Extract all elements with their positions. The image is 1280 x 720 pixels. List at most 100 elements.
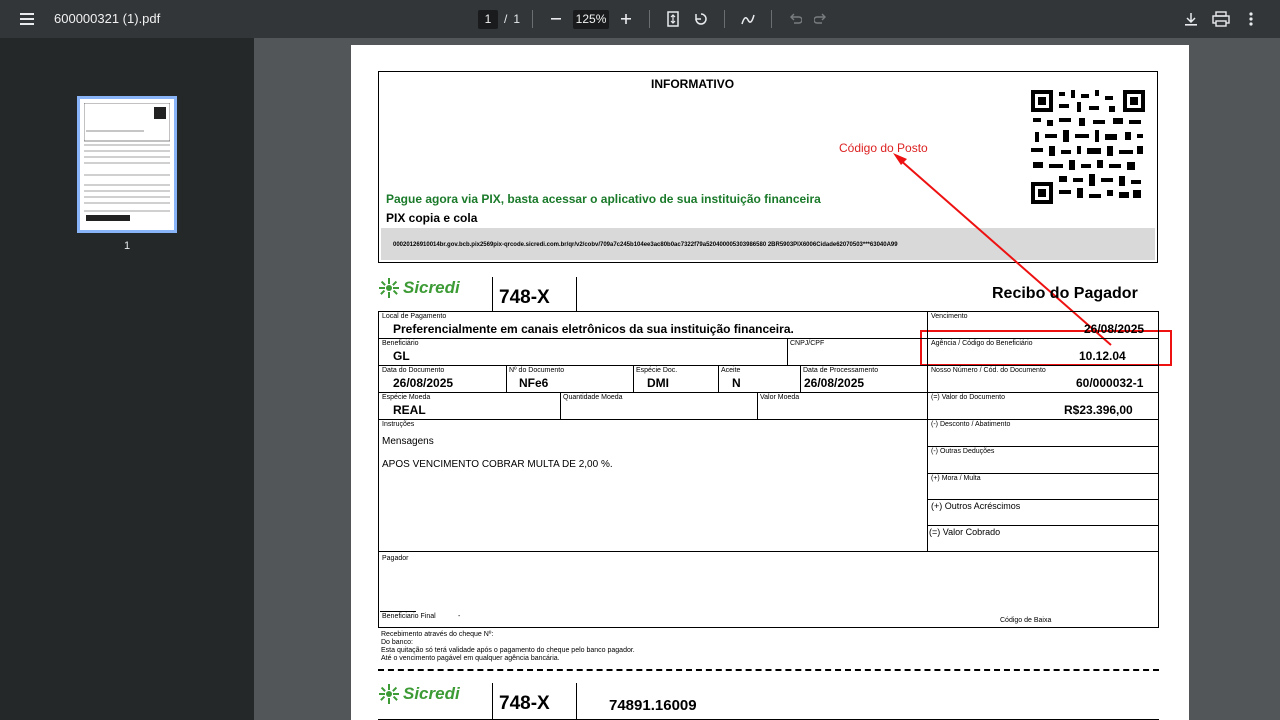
more-options-button[interactable]	[1240, 8, 1262, 30]
valor-documento-value: R$23.396,00	[1064, 403, 1133, 417]
form-row-line	[927, 446, 1159, 447]
thumbnail-preview-icon	[83, 102, 171, 221]
fit-page-button[interactable]	[662, 8, 684, 30]
pdf-page: INFORMATIVO Pague agora via PIX, basta a…	[351, 45, 1189, 720]
beneficiario-value: GL	[393, 349, 410, 363]
toolbar-divider	[771, 10, 773, 28]
rodape-quitacao: Esta quitação só terá validade após o pa…	[381, 647, 635, 654]
form-row-line	[378, 365, 1159, 366]
zoom-out-button[interactable]	[545, 8, 567, 30]
quantidade-moeda-label: Quantidade Moeda	[563, 394, 623, 401]
especie-doc-value: DMI	[647, 376, 669, 390]
toolbar-actions	[1180, 8, 1262, 30]
thumbnail-sidebar: 1	[0, 38, 254, 720]
codigo-baixa-label: Código de Baixa	[1000, 617, 1052, 624]
mora-multa-label: (+) Mora / Multa	[931, 475, 981, 482]
sicredi-logo: Sicredi	[379, 278, 460, 298]
sicredi-brand-name-bottom: Sicredi	[403, 684, 460, 703]
form-divider	[800, 365, 801, 392]
desconto-label: (-) Desconto / Abatimento	[931, 421, 1011, 428]
rotate-button[interactable]	[690, 8, 712, 30]
undo-icon	[790, 13, 803, 24]
redo-button[interactable]	[810, 8, 832, 30]
numero-documento-label: Nº do Documento	[509, 367, 565, 374]
zoom-in-button[interactable]	[615, 8, 637, 30]
instrucao-multa-text: APOS VENCIMENTO COBRAR MULTA DE 2,00 %.	[382, 459, 613, 470]
especie-moeda-value: REAL	[393, 403, 426, 417]
sicredi-logo-icon	[379, 684, 399, 704]
data-documento-value: 26/08/2025	[393, 376, 454, 390]
menu-icon[interactable]	[16, 9, 38, 29]
pagador-label: Pagador	[382, 555, 409, 562]
annotate-button[interactable]	[737, 8, 759, 30]
cut-line	[378, 669, 1159, 671]
document-viewer[interactable]: INFORMATIVO Pague agora via PIX, basta a…	[254, 38, 1280, 720]
local-pagamento-value: Preferencialmente em canais eletrônicos …	[393, 322, 794, 336]
beneficiario-final-value: -	[458, 613, 461, 620]
header-divider	[492, 683, 493, 719]
redo-icon	[814, 13, 827, 24]
printer-icon	[1212, 11, 1230, 27]
plus-icon	[621, 14, 632, 24]
nosso-numero-value: 60/000032-1	[1076, 376, 1144, 390]
header-divider	[576, 683, 577, 719]
page-thumbnail[interactable]	[77, 96, 177, 233]
data-processamento-label: Data de Processamento	[803, 367, 879, 374]
more-vertical-icon	[1249, 12, 1253, 26]
rodape-banco: Do banco:	[381, 639, 413, 646]
header-divider	[576, 277, 577, 311]
sicredi-logo-bottom: Sicredi	[379, 684, 460, 704]
minus-icon	[551, 18, 562, 20]
pen-icon	[741, 14, 755, 25]
undo-button[interactable]	[784, 8, 806, 30]
rodape-cheque: Recebimento através do cheque Nº:	[381, 631, 494, 638]
zoom-input[interactable]: 125%	[573, 9, 610, 29]
valor-cobrado-label: (=) Valor Cobrado	[929, 527, 1001, 537]
agencia-label: Agência / Código do Beneficiário	[931, 340, 1033, 347]
bank-code-bottom: 748-X	[499, 693, 550, 714]
form-divider	[787, 338, 788, 365]
form-divider	[718, 365, 719, 392]
form-divider	[757, 392, 758, 419]
page-number-input[interactable]: 1	[478, 9, 498, 29]
nosso-numero-label: Nosso Número / Cód. do Documento	[931, 367, 1046, 374]
agencia-value: 10.12.04	[1079, 349, 1126, 363]
page-separator: /	[504, 12, 508, 26]
download-button[interactable]	[1180, 8, 1202, 30]
beneficiario-final-line	[380, 611, 416, 612]
page-controls: 1 / 1 125%	[478, 8, 832, 30]
sicredi-logo-icon	[379, 278, 399, 298]
vencimento-value: 26/08/2025	[1084, 322, 1145, 336]
print-button[interactable]	[1210, 8, 1232, 30]
toolbar-divider	[724, 10, 726, 28]
toolbar-divider	[649, 10, 651, 28]
vencimento-label: Vencimento	[931, 313, 968, 320]
form-row-line	[927, 473, 1159, 474]
document-title: 600000321 (1).pdf	[54, 11, 161, 26]
header-divider	[492, 277, 493, 311]
rodape-vencimento: Até o vencimento pagável em qualquer agê…	[381, 655, 560, 662]
outras-deducoes-label: (-) Outras Deduções	[931, 448, 995, 455]
form-row-line	[927, 525, 1159, 526]
page-total: 1	[513, 12, 521, 26]
form-row-line	[378, 392, 1159, 393]
form-row-line	[378, 338, 1159, 339]
beneficiario-final-label: Beneficiario Final	[382, 613, 436, 620]
linha-digitavel: 74891.16009	[609, 697, 697, 714]
data-processamento-value: 26/08/2025	[804, 376, 865, 390]
instrucoes-label: Instruções	[382, 421, 415, 428]
outros-acrescimos-label: (+) Outros Acréscimos	[931, 501, 1021, 511]
mensagens-text: Mensagens	[382, 436, 434, 447]
sicredi-brand-name: Sicredi	[403, 278, 460, 297]
form-divider	[633, 365, 634, 392]
form-row-line	[378, 419, 1159, 420]
aceite-label: Aceite	[721, 367, 741, 374]
form-divider	[506, 365, 507, 392]
especie-doc-label: Espécie Doc.	[636, 367, 678, 374]
rotate-icon	[695, 13, 707, 25]
fit-page-icon	[667, 11, 679, 27]
valor-moeda-label: Valor Moeda	[760, 394, 800, 401]
bank-code: 748-X	[499, 287, 550, 308]
form-divider	[560, 392, 561, 419]
numero-documento-value: NFe6	[519, 376, 549, 390]
